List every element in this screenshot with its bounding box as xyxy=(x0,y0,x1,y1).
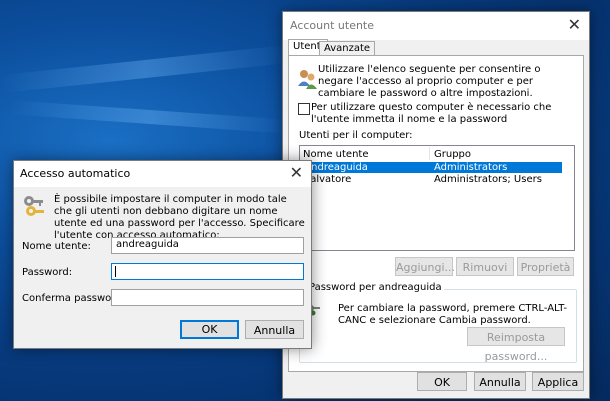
row-username: andreaguida xyxy=(305,162,368,173)
column-header-group[interactable]: Gruppo xyxy=(434,149,471,160)
require-password-checkbox[interactable] xyxy=(298,103,310,115)
account-dialog: Account utente ✕ Utenti Avanzate Utilizz… xyxy=(282,11,590,399)
row-group: Administrators xyxy=(434,162,508,173)
table-row[interactable]: salvatore Administrators; Users xyxy=(301,174,573,185)
password-group-title: Password per andreaguida xyxy=(307,282,444,293)
ok-button[interactable]: OK xyxy=(417,372,467,391)
column-header-username[interactable]: Nome utente xyxy=(303,149,369,160)
add-user-button[interactable]: Aggiungi... xyxy=(395,257,455,276)
cancel-button[interactable]: Annulla xyxy=(245,320,304,339)
account-title: Account utente xyxy=(290,19,375,32)
auto-login-titlebar: Accesso automatico ✕ xyxy=(14,161,311,187)
auto-login-intro: È possibile impostare il computer in mod… xyxy=(54,194,305,241)
account-intro: Utilizzare l'elenco seguente per consent… xyxy=(318,64,541,99)
password-label: Password: xyxy=(22,267,73,278)
confirm-password-field[interactable] xyxy=(111,289,304,306)
password-field[interactable] xyxy=(111,263,304,280)
keys-icon xyxy=(24,196,44,216)
reset-password-button[interactable]: Reimposta password... xyxy=(467,327,565,363)
users-icon xyxy=(298,70,317,89)
account-titlebar: Account utente ✕ xyxy=(283,12,589,40)
desktop-light-beam xyxy=(9,100,291,134)
users-list[interactable]: Nome utente Gruppo andreaguida Administr… xyxy=(299,145,575,251)
desktop-light-beam xyxy=(0,44,291,94)
require-password-label: Per utilizzare questo computer è necessa… xyxy=(311,102,552,125)
ok-button[interactable]: OK xyxy=(180,320,239,339)
tab-avanzate[interactable]: Avanzate xyxy=(319,41,376,56)
text-caret xyxy=(115,266,116,277)
remove-user-button[interactable]: Rimuovi xyxy=(456,257,514,276)
tab-panel: Utilizzare l'elenco seguente per consent… xyxy=(288,55,584,372)
users-label: Utenti per il computer: xyxy=(299,130,413,141)
username-label: Nome utente: xyxy=(22,241,91,252)
properties-button[interactable]: Proprietà xyxy=(517,257,574,276)
username-field[interactable]: andreaguida xyxy=(111,237,304,254)
row-group: Administrators; Users xyxy=(434,174,542,185)
table-row[interactable]: andreaguida Administrators xyxy=(301,162,562,173)
auto-login-title: Accesso automatico xyxy=(20,167,131,180)
apply-button[interactable]: Applica xyxy=(532,372,584,391)
password-info: Per cambiare la password, premere CTRL-A… xyxy=(338,303,568,326)
cancel-button[interactable]: Annulla xyxy=(474,372,526,391)
close-icon[interactable]: ✕ xyxy=(568,17,581,33)
close-icon[interactable]: ✕ xyxy=(290,165,303,181)
auto-login-dialog: Accesso automatico ✕ È possibile imposta… xyxy=(13,160,312,349)
confirm-password-label: Conferma password: xyxy=(22,293,125,304)
